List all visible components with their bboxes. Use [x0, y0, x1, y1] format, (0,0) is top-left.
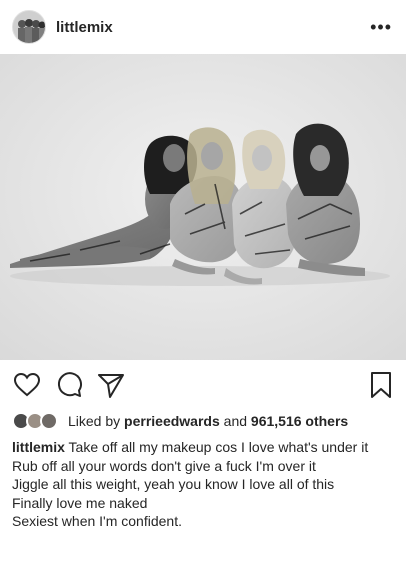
- profile-avatar[interactable]: [12, 10, 46, 44]
- post-header: littlemix •••: [0, 0, 406, 54]
- caption-text: Take off all my makeup cos I love what's…: [68, 439, 369, 455]
- likes-count[interactable]: 961,516 others: [251, 413, 348, 429]
- caption-line: Finally love me naked: [12, 494, 148, 511]
- action-bar: [0, 368, 406, 402]
- liker-avatar: [40, 412, 58, 430]
- comment-icon[interactable]: [54, 370, 84, 400]
- heart-icon[interactable]: [12, 370, 42, 400]
- likes-summary[interactable]: Liked by perrieedwards and 961,516 other…: [12, 410, 348, 432]
- caption-username[interactable]: littlemix: [12, 439, 65, 455]
- liker-avatars: [12, 410, 62, 432]
- more-options-icon[interactable]: •••: [368, 14, 394, 40]
- caption-line: Sexiest when I'm confident.: [12, 513, 182, 529]
- likes-prefix: Liked by: [68, 413, 121, 429]
- post-photo[interactable]: [0, 54, 406, 360]
- post-caption: littlemix Take off all my makeup cos I l…: [12, 438, 398, 531]
- bookmark-icon[interactable]: [366, 370, 396, 400]
- post-username[interactable]: littlemix: [56, 19, 113, 36]
- likes-conjunction: and: [223, 413, 248, 429]
- liker-username[interactable]: perrieedwards: [124, 413, 220, 429]
- caption-line: Rub off all your words don't give a fuck…: [12, 457, 316, 474]
- paper-plane-icon[interactable]: [96, 370, 126, 400]
- caption-first-line: littlemix Take off all my makeup cos I l…: [12, 438, 398, 457]
- caption-line: Jiggle all this weight, yeah you know I …: [12, 476, 335, 492]
